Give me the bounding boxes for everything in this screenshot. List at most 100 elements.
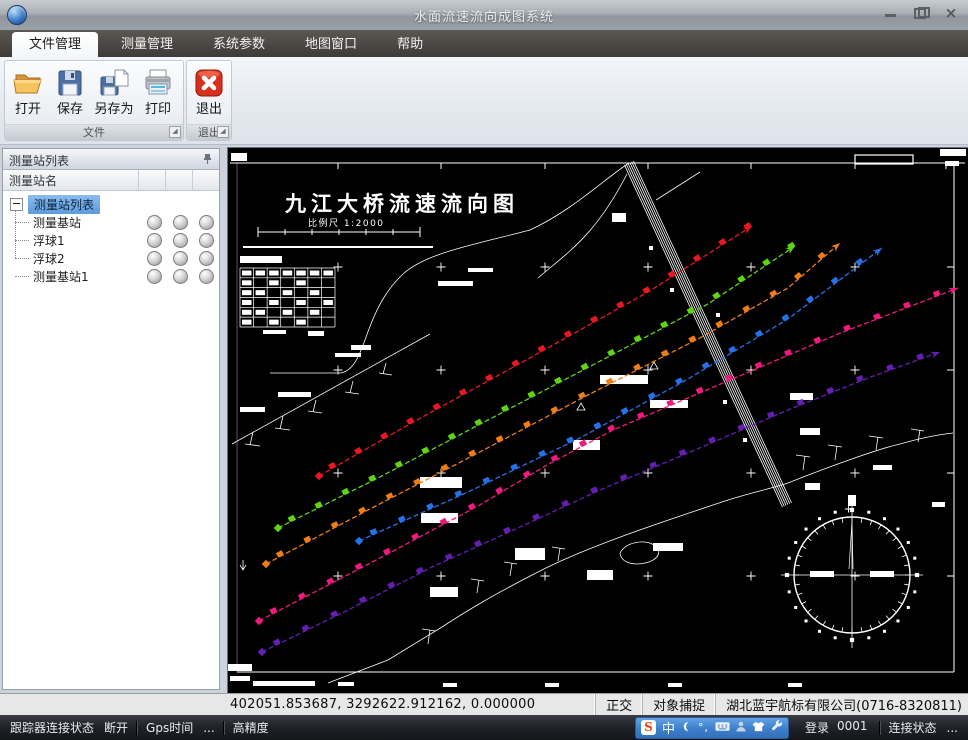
column-header-3[interactable] [192, 170, 219, 190]
flow-start-red [315, 472, 323, 480]
status-sphere [147, 233, 162, 248]
save-as-icon [98, 67, 130, 99]
tab-map-window[interactable]: 地图窗口 [288, 32, 374, 57]
status-sphere [173, 251, 188, 266]
keyboard-icon[interactable] [715, 721, 730, 735]
app-window: 水面流速流向成图系统 × 文件管理 测量管理 系统参数 地图窗口 帮助 打开 [0, 0, 968, 740]
grid-cross [541, 366, 550, 375]
login-status: 登录 0001 [797, 719, 876, 736]
grid-cross [437, 366, 446, 375]
ortho-toggle[interactable]: 正交 [595, 694, 642, 715]
ribbon-tabbar: 文件管理 测量管理 系统参数 地图窗口 帮助 [0, 30, 968, 57]
gps-time-label: Gps时间 [141, 719, 198, 736]
grid-cross [644, 469, 653, 478]
exit-button[interactable]: 退出 [188, 65, 230, 117]
skin-shirt-icon[interactable] [752, 721, 765, 735]
restore-button[interactable] [914, 7, 928, 19]
company-label: 湖北蓝宇航标有限公司(0716-8320811) [715, 694, 968, 715]
grid-cross [747, 572, 756, 581]
grid-cross [334, 572, 343, 581]
status-sphere [199, 251, 214, 266]
column-header-name[interactable]: 测量站名 [3, 170, 138, 190]
grid-cross [334, 469, 343, 478]
tab-measure[interactable]: 测量管理 [104, 32, 190, 57]
ribbon-group-file-label: 文件 ◢ [5, 124, 183, 140]
compass-crosshair [781, 496, 923, 648]
tree-expander-icon[interactable] [10, 198, 23, 211]
coordinate-bar: 402051.853687, 3292622.912162, 0.000000 … [0, 693, 968, 715]
dialog-launcher-icon[interactable]: ◢ [169, 126, 181, 138]
tree-row-station[interactable]: 测量基站 [3, 213, 219, 231]
grid-cross [747, 469, 756, 478]
grid-cross [851, 366, 860, 375]
status-sphere [147, 251, 162, 266]
column-header-2[interactable] [165, 170, 192, 190]
ribbon: 打开 保存 [0, 57, 968, 145]
status-sphere [173, 269, 188, 284]
grid-cross [541, 263, 550, 272]
station-panel: 测量站列表 测量站名 测量站列表 [2, 148, 220, 690]
moon-icon[interactable] [681, 721, 692, 735]
data-table-grid [240, 268, 335, 327]
grid-cross [541, 572, 550, 581]
grid-cross [644, 263, 653, 272]
ribbon-group-exit: 退出 退出 ◢ [186, 60, 232, 141]
scale-bars [243, 227, 433, 247]
cad-canvas[interactable]: 九江大桥流速流向图 比例尺 1:2000 [227, 147, 968, 693]
grid-cross [541, 469, 550, 478]
grid-cross [851, 469, 860, 478]
exit-icon [193, 67, 225, 99]
tree-row-station[interactable]: 测量基站1 [3, 267, 219, 285]
ribbon-group-file: 打开 保存 [4, 60, 184, 141]
tree-root-row[interactable]: 测量站列表 [3, 195, 219, 213]
tracker-status-label: 跟踪器连接状态 [5, 719, 99, 736]
cad-drawing: 九江大桥流速流向图 比例尺 1:2000 [228, 148, 968, 693]
status-sphere [147, 269, 162, 284]
station-grid-header: 测量站名 [3, 170, 219, 191]
compass-north-label [848, 495, 856, 506]
ribbon-group-exit-label: 退出 ◢ [187, 124, 231, 140]
ime-language-icon[interactable]: 中 [662, 718, 675, 737]
status-sphere [173, 233, 188, 248]
column-header-1[interactable] [138, 170, 165, 190]
tree-row-station[interactable]: 浮球2 [3, 249, 219, 267]
wrench-icon[interactable] [771, 720, 783, 735]
precision-label: 高精度 [228, 719, 274, 736]
flow-start-orange [262, 560, 270, 568]
window-title: 水面流速流向成图系统 [0, 6, 968, 25]
flow-line-orange [266, 243, 840, 564]
dialog-launcher-icon[interactable]: ◢ [217, 126, 229, 138]
pin-icon[interactable] [202, 153, 213, 165]
osnap-toggle[interactable]: 对象捕捉 [642, 694, 715, 715]
open-button[interactable]: 打开 [7, 65, 49, 117]
save-floppy-icon [54, 67, 86, 99]
tree-row-station[interactable]: 浮球1 [3, 231, 219, 249]
user-icon[interactable] [736, 721, 746, 735]
shorelines [232, 163, 953, 683]
print-button[interactable]: 打印 [137, 65, 179, 117]
minimize-button[interactable] [884, 7, 898, 19]
tab-system-params[interactable]: 系统参数 [196, 32, 282, 57]
station-panel-header: 测量站列表 [3, 149, 219, 170]
flow-start-green [274, 524, 282, 532]
connection-status-label: 连接状态 [884, 719, 942, 736]
grid-cross [437, 572, 446, 581]
cad-dynamic-layer [240, 222, 959, 656]
flow-arrow-purple [930, 349, 941, 359]
ime-logo-icon[interactable]: S [641, 720, 656, 735]
tab-file[interactable]: 文件管理 [12, 32, 98, 57]
save-button[interactable]: 保存 [49, 65, 91, 117]
flow-line-purple [262, 352, 940, 652]
flow-start-purple [258, 648, 266, 656]
printer-icon [142, 67, 174, 99]
ime-punctuation-icon[interactable]: °, [698, 721, 709, 734]
tab-help[interactable]: 帮助 [380, 32, 440, 57]
drawing-scale-label: 比例尺 1:2000 [308, 217, 385, 229]
close-button[interactable]: × [944, 7, 958, 19]
drawing-title: 九江大桥流速流向图 [284, 192, 519, 216]
tree-root-label[interactable]: 测量站列表 [28, 195, 100, 214]
grid-cross [747, 263, 756, 272]
flow-arrow-blue [873, 245, 884, 256]
flow-line-green [278, 246, 795, 528]
save-as-button[interactable]: 另存为 [91, 65, 137, 117]
